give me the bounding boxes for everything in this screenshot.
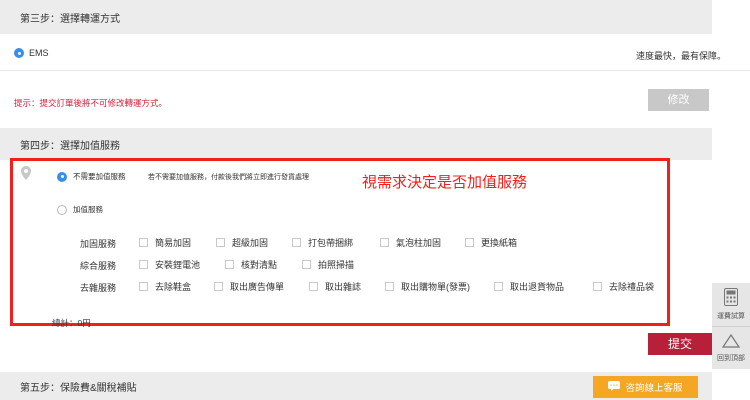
with-service-label: 加值服務 xyxy=(73,205,103,214)
service-checkbox-box[interactable] xyxy=(139,282,148,291)
group-label-reinforce: 加固服務 xyxy=(80,239,117,249)
step3-header: 第三步：選擇轉運方式 xyxy=(0,0,712,34)
service-item-label: 去除鞋盒 xyxy=(155,282,192,292)
calculator-icon xyxy=(724,287,738,308)
freight-calc-button[interactable]: 運費試算 xyxy=(712,283,750,325)
service-checkbox[interactable]: 更換紙箱 xyxy=(465,236,517,249)
service-checkbox-box[interactable] xyxy=(214,282,223,291)
no-service-desc: 若不需要加值服務，付款後我們將立即進行發貨處理 xyxy=(148,174,309,181)
service-checkbox[interactable]: 取出購物單(發票) xyxy=(385,280,470,293)
service-checkbox-box[interactable] xyxy=(593,282,602,291)
total-amount: 總計：0円 xyxy=(52,318,91,328)
group-label-general: 綜合服務 xyxy=(80,261,117,271)
step4-title: 第四步：選擇加值服務 xyxy=(20,140,120,152)
with-service-option[interactable]: 加值服務 xyxy=(57,204,103,215)
service-item-label: 超級加固 xyxy=(232,238,269,248)
step4-header: 第四步：選擇加值服務 xyxy=(0,128,712,160)
service-item-label: 安裝鋰電池 xyxy=(155,260,201,270)
freight-calc-label: 運費試算 xyxy=(717,312,745,320)
service-item-label: 取出購物單(發票) xyxy=(401,282,470,292)
submit-button[interactable]: 提交 xyxy=(648,333,712,355)
service-checkbox-box[interactable] xyxy=(380,238,389,247)
ems-note: 速度最快，最有保障。 xyxy=(635,51,726,61)
service-checkbox-box[interactable] xyxy=(385,282,394,291)
service-checkbox[interactable]: 核對清點 xyxy=(225,258,277,271)
service-checkbox-box[interactable] xyxy=(216,238,225,247)
service-item-label: 拍照掃描 xyxy=(318,260,355,270)
step5-title: 第五步：保險費&關稅補貼 xyxy=(20,382,137,394)
back-to-top-button[interactable]: 回到頂部 xyxy=(712,327,750,369)
service-checkbox-box[interactable] xyxy=(465,238,474,247)
service-checkbox[interactable]: 去除鞋盒 xyxy=(139,280,191,293)
chat-button-label: 咨詢線上客服 xyxy=(625,383,683,394)
service-item-label: 取出廣告傳單 xyxy=(230,282,285,292)
service-checkbox[interactable]: 打包帶捆綁 xyxy=(292,236,353,249)
service-checkbox-box[interactable] xyxy=(494,282,503,291)
chat-bubble-icon xyxy=(608,381,621,393)
ems-radio[interactable] xyxy=(14,48,24,58)
service-item-label: 氣泡柱加固 xyxy=(396,238,442,248)
with-service-radio[interactable] xyxy=(57,204,67,215)
service-checkbox-box[interactable] xyxy=(292,238,301,247)
service-checkbox-box[interactable] xyxy=(139,260,148,269)
ems-label: EMS xyxy=(29,48,49,58)
no-service-option[interactable]: 不需要加值服務 xyxy=(57,171,126,182)
service-item-label: 去除禮品袋 xyxy=(609,282,655,292)
edit-button[interactable]: 修改 xyxy=(648,89,709,111)
service-checkbox[interactable]: 取出廣告傳單 xyxy=(214,280,284,293)
location-pin-icon xyxy=(21,166,31,182)
service-checkbox[interactable]: 氣泡柱加固 xyxy=(380,236,441,249)
service-checkbox[interactable]: 取出雜誌 xyxy=(309,280,361,293)
chat-button[interactable]: 咨詢線上客服 xyxy=(593,376,698,398)
service-checkbox-box[interactable] xyxy=(225,260,234,269)
no-service-radio[interactable] xyxy=(57,171,67,182)
step3-title: 第三步：選擇轉運方式 xyxy=(20,13,120,25)
service-item-label: 取出雜誌 xyxy=(325,282,362,292)
back-to-top-label: 回到頂部 xyxy=(717,354,745,362)
service-item-label: 核對清點 xyxy=(241,260,278,270)
service-item-label: 打包帶捆綁 xyxy=(308,238,354,248)
service-checkbox[interactable]: 拍照掃描 xyxy=(302,258,354,271)
service-item-label: 取出退貨物品 xyxy=(510,282,565,292)
ems-option[interactable]: EMS xyxy=(14,48,49,58)
divider xyxy=(0,70,750,71)
service-checkbox-box[interactable] xyxy=(309,282,318,291)
hint-text: 提示：提交訂單後將不可修改轉運方式。 xyxy=(14,98,168,108)
service-item-label: 簡易加固 xyxy=(155,238,192,248)
service-checkbox[interactable]: 取出退貨物品 xyxy=(494,280,564,293)
service-item-label: 更換紙箱 xyxy=(481,238,518,248)
service-checkbox[interactable]: 簡易加固 xyxy=(139,236,191,249)
no-service-label: 不需要加值服務 xyxy=(73,172,126,181)
group-label-removal: 去雜服務 xyxy=(80,283,117,293)
service-checkbox[interactable]: 安裝鋰電池 xyxy=(139,258,200,271)
service-checkbox-box[interactable] xyxy=(139,238,148,247)
annotation-text: 視需求決定是否加值服務 xyxy=(362,174,528,191)
service-checkbox[interactable]: 去除禮品袋 xyxy=(593,280,654,293)
service-checkbox-box[interactable] xyxy=(302,260,311,269)
service-checkbox[interactable]: 超級加固 xyxy=(216,236,268,249)
up-triangle-icon xyxy=(721,333,741,350)
